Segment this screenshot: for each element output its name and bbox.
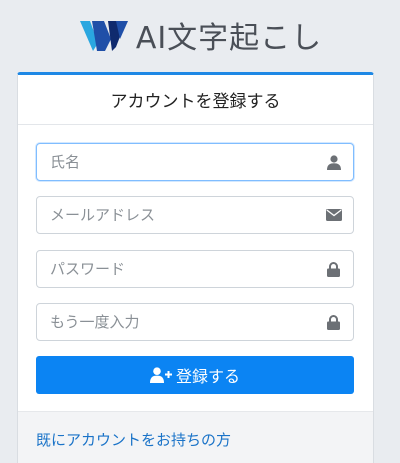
- password-confirm-input[interactable]: [50, 313, 300, 331]
- password-input[interactable]: [50, 260, 300, 278]
- brand-logo-icon: [79, 21, 128, 51]
- user-plus-icon: [149, 367, 172, 383]
- email-field[interactable]: [36, 196, 354, 234]
- password-field[interactable]: [36, 250, 354, 288]
- card-footer: 既にアカウントをお持ちの方: [18, 411, 373, 463]
- user-icon: [325, 154, 342, 171]
- lock-icon: [325, 314, 342, 331]
- lock-icon: [325, 261, 342, 278]
- register-heading: アカウントを登録する: [18, 75, 373, 125]
- email-input[interactable]: [50, 206, 300, 224]
- register-button[interactable]: 登録する: [36, 356, 354, 394]
- name-field[interactable]: [36, 143, 354, 181]
- password-confirm-field[interactable]: [36, 303, 354, 341]
- app-header: AI文字起こし: [0, 0, 400, 66]
- register-button-label: 登録する: [175, 367, 240, 386]
- app-title: AI文字起こし: [135, 21, 323, 56]
- name-input[interactable]: [50, 153, 300, 171]
- envelope-icon: [325, 207, 342, 224]
- login-link[interactable]: 既にアカウントをお持ちの方: [36, 429, 231, 450]
- register-card: アカウントを登録する 氏名 メールアドレス 登録する 既にアカウントをお持ちの方: [17, 72, 374, 463]
